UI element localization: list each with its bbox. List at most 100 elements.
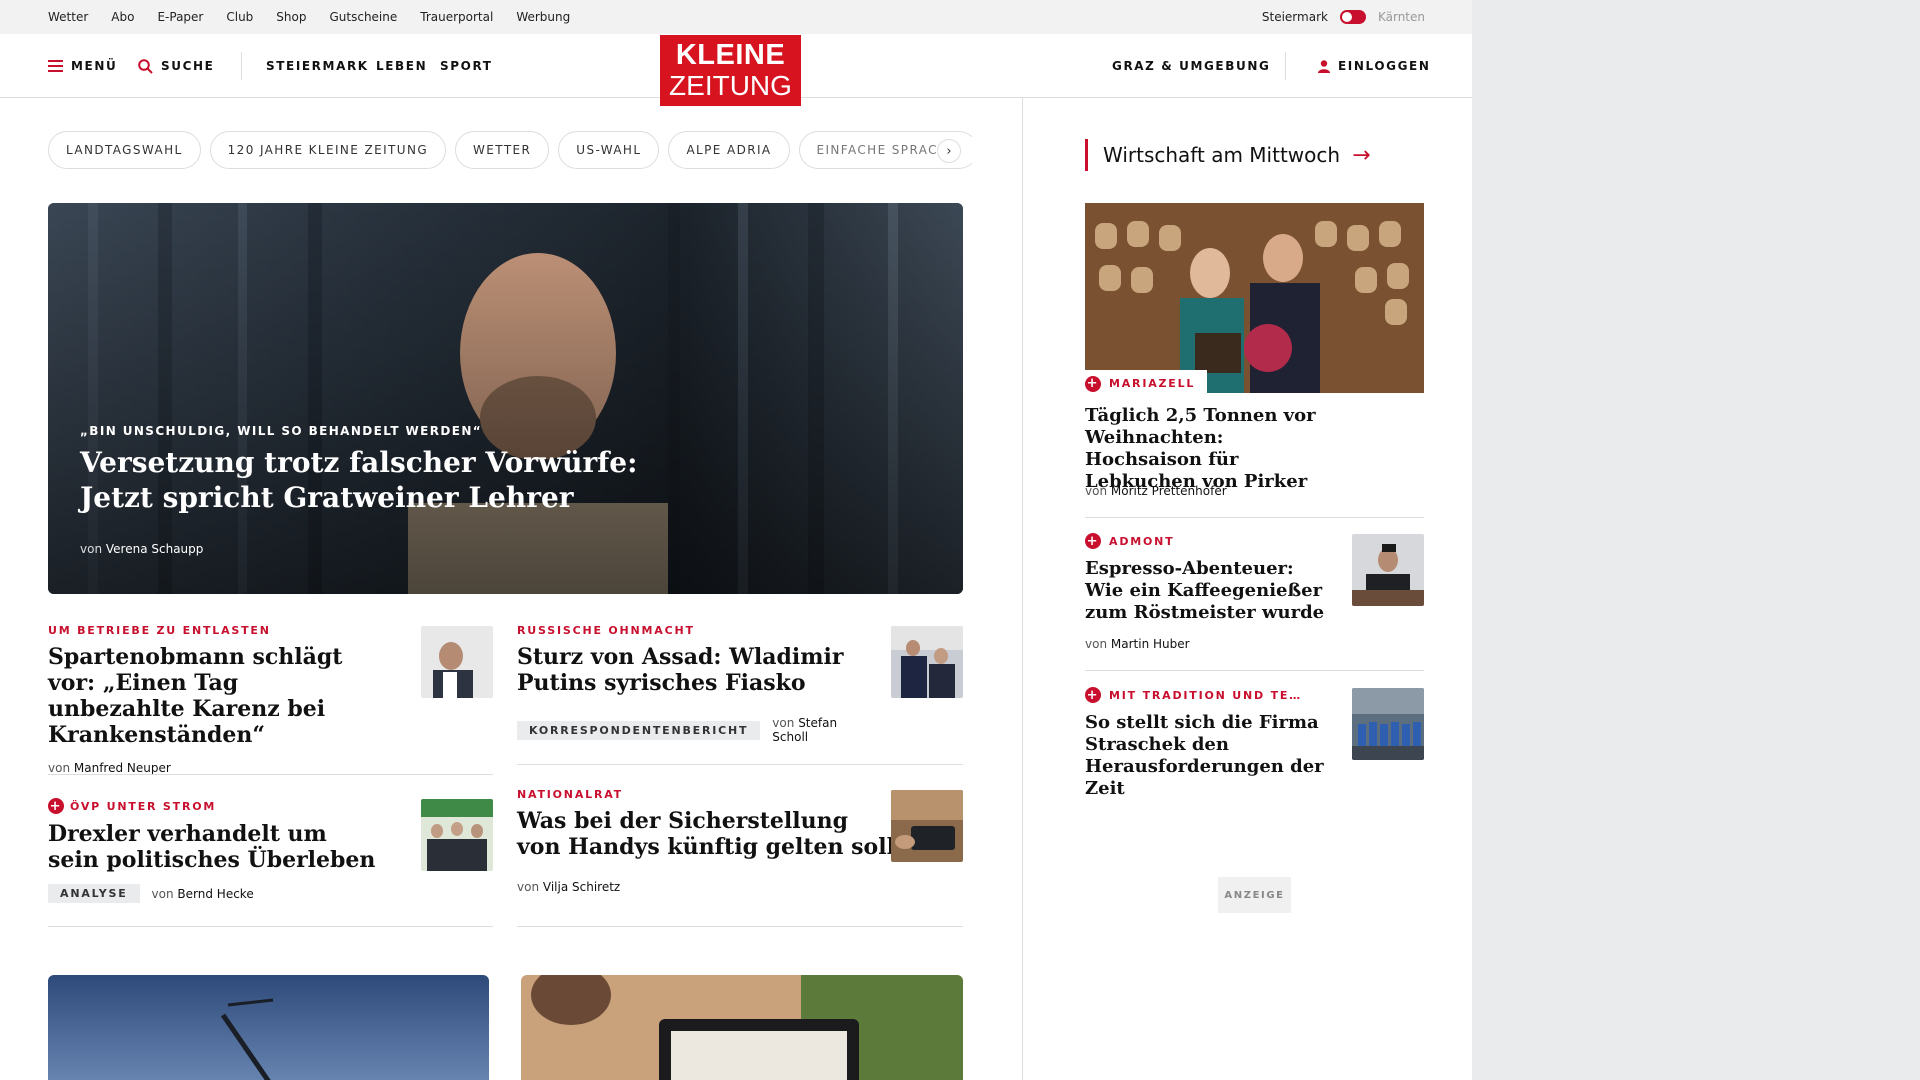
sidebar-article-title[interactable]: Espresso-Abenteuer: Wie ein Kaffeegenieß…: [1085, 558, 1325, 624]
teaser-tag: KORRESPONDENTENBERICHT: [517, 720, 761, 740]
teaser-byline: von Manfred Neuper: [48, 761, 378, 775]
teaser-article[interactable]: UM BETRIEBE ZU ENTLASTEN Spartenobmann s…: [48, 624, 378, 775]
sidebar-author[interactable]: Moritz Prettenhofer: [1111, 484, 1227, 498]
sidebar-kicker-text: ADMONT: [1109, 534, 1175, 548]
sidebar-article-title[interactable]: Täglich 2,5 Tonnen vor Weihnachten: Hoch…: [1085, 405, 1335, 493]
teaser-title[interactable]: Sturz von Assad: Wladimir Putins syrisch…: [517, 644, 847, 696]
teaser-article[interactable]: RUSSISCHE OHNMACHT Sturz von Assad: Wlad…: [517, 624, 847, 744]
utility-bar: Wetter Abo E-Paper Club Shop Gutscheine …: [0, 0, 1472, 34]
hero-photo: [48, 203, 963, 594]
plus-icon: +: [48, 798, 64, 814]
chip-us-wahl[interactable]: US-WAHL: [558, 131, 660, 169]
teaser-kicker: UM BETRIEBE ZU ENTLASTEN: [48, 624, 378, 637]
page: Wetter Abo E-Paper Club Shop Gutscheine …: [0, 0, 1472, 1080]
byline-prefix-text: von: [517, 880, 540, 894]
sidebar-heading[interactable]: Wirtschaft am Mittwoch →: [1085, 139, 1371, 171]
nav-section-steiermark[interactable]: STEIERMARK: [266, 34, 369, 98]
sidebar-kicker: + MIT TRADITION UND TE…: [1085, 687, 1302, 703]
sidebar-article-title[interactable]: So stellt sich die Firma Straschek den H…: [1085, 712, 1325, 800]
teaser-thumbnail[interactable]: [891, 790, 963, 862]
sidebar-author[interactable]: Martin Huber: [1111, 637, 1190, 651]
menu-button[interactable]: MENÜ: [48, 34, 117, 98]
login-button[interactable]: EINLOGGEN: [1318, 34, 1430, 98]
search-label: SUCHE: [161, 59, 215, 73]
utility-link-abo[interactable]: Abo: [111, 10, 134, 24]
sidebar-kicker-text: MIT TRADITION UND TE…: [1109, 688, 1302, 702]
teaser-divider: [48, 774, 493, 775]
utility-link-epaper[interactable]: E-Paper: [157, 10, 203, 24]
teaser-byline: KORRESPONDENTENBERICHT von Stefan Scholl: [517, 716, 847, 744]
teaser-divider: [517, 926, 963, 927]
teaser-author[interactable]: Bernd Hecke: [177, 887, 253, 901]
plus-icon: +: [1085, 375, 1101, 392]
hero-title[interactable]: Versetzung trotz falscher Vorwürfe: Jetz…: [80, 445, 700, 515]
search-button[interactable]: SUCHE: [138, 34, 214, 98]
search-icon: [138, 58, 153, 74]
byline-prefix-text: von: [151, 886, 174, 901]
sidebar-lead-image[interactable]: [1085, 203, 1424, 393]
utility-link-gutscheine[interactable]: Gutscheine: [329, 10, 397, 24]
teaser-article[interactable]: NATIONALRAT Was bei der Sicherstellung v…: [517, 788, 897, 894]
chip-landtagswahl[interactable]: LANDTAGSWAHL: [48, 131, 201, 169]
utility-link-trauerportal[interactable]: Trauerportal: [420, 10, 493, 24]
hero-article[interactable]: „BIN UNSCHULDIG, WILL SO BEHANDELT WERDE…: [48, 203, 963, 594]
teaser-thumbnail[interactable]: [891, 626, 963, 698]
teaser-title[interactable]: Was bei der Sicherstellung von Handys kü…: [517, 808, 897, 860]
utility-link-shop[interactable]: Shop: [276, 10, 306, 24]
teaser-byline: von Vilja Schiretz: [517, 880, 897, 894]
sidebar-kicker: + MARIAZELL: [1085, 370, 1208, 397]
byline-prefix: von Bernd Hecke: [152, 887, 254, 901]
column-divider: [1022, 98, 1023, 1080]
teaser-thumbnail[interactable]: [421, 626, 493, 698]
article-image[interactable]: [521, 975, 963, 1080]
byline-prefix: von: [80, 542, 103, 556]
teaser-author[interactable]: Vilja Schiretz: [543, 880, 620, 894]
sidebar-thumbnail[interactable]: [1352, 688, 1424, 760]
region-toggle[interactable]: [1339, 10, 1366, 24]
teaser-divider: [517, 764, 963, 765]
sidebar-divider: [1085, 517, 1424, 518]
kleine-zeitung-logo[interactable]: KLEINE ZEITUNG: [660, 35, 801, 106]
nav-section-leben[interactable]: LEBEN: [376, 34, 427, 98]
nav-section-sport[interactable]: SPORT: [440, 34, 493, 98]
logo-line-2: ZEITUNG: [669, 70, 792, 101]
chip-120-jahre[interactable]: 120 JAHRE KLEINE ZEITUNG: [209, 131, 447, 169]
chips-next-button[interactable]: ›: [937, 139, 961, 163]
teaser-author[interactable]: Manfred Neuper: [74, 761, 171, 775]
teaser-title[interactable]: Spartenobmann schlägt vor: „Einen Tag un…: [48, 644, 378, 748]
hero-kicker: „BIN UNSCHULDIG, WILL SO BEHANDELT WERDE…: [80, 424, 483, 438]
utility-link-club[interactable]: Club: [226, 10, 253, 24]
teaser-kicker: NATIONALRAT: [517, 788, 897, 801]
hero-author[interactable]: Verena Schaupp: [106, 542, 204, 556]
utility-link-wetter[interactable]: Wetter: [48, 10, 88, 24]
sidebar-divider: [1085, 670, 1424, 671]
teaser-thumbnail[interactable]: [421, 799, 493, 871]
sidebar-thumbnail[interactable]: [1352, 534, 1424, 606]
region-kaernten-label[interactable]: Kärnten: [1378, 10, 1425, 24]
region-steiermark-label[interactable]: Steiermark: [1262, 10, 1328, 24]
chip-alpe-adria[interactable]: ALPE ADRIA: [668, 131, 790, 169]
logo-line-1: KLEINE: [675, 39, 786, 71]
teaser-title[interactable]: Drexler verhandelt um sein politisches Ü…: [48, 821, 378, 873]
nav-region-link[interactable]: GRAZ & UMGEBUNG: [1112, 34, 1270, 98]
region-switch: Steiermark Kärnten: [1262, 0, 1425, 34]
menu-label: MENÜ: [71, 59, 118, 73]
byline-prefix-text: von: [772, 716, 795, 730]
teaser-kicker: + ÖVP UNTER STROM: [48, 798, 378, 814]
teaser-divider: [48, 926, 493, 927]
plus-icon: +: [1085, 533, 1101, 549]
ad-label: ANZEIGE: [1218, 877, 1291, 913]
hamburger-icon: [48, 60, 63, 72]
sidebar-kicker-text: MARIAZELL: [1109, 377, 1196, 390]
user-icon: [1318, 59, 1330, 73]
nav-section-label: LEBEN: [376, 59, 428, 73]
teaser-article[interactable]: + ÖVP UNTER STROM Drexler verhandelt um s…: [48, 798, 378, 903]
nav-section-label: SPORT: [440, 59, 493, 73]
teaser-tag: ANALYSE: [48, 884, 140, 903]
article-image[interactable]: [48, 975, 489, 1080]
chip-wetter[interactable]: WETTER: [455, 131, 550, 169]
nav-region-label: GRAZ & UMGEBUNG: [1112, 59, 1271, 73]
teaser-kicker-text: NATIONALRAT: [517, 788, 623, 801]
utility-link-werbung[interactable]: Werbung: [516, 10, 570, 24]
arrow-right-icon: →: [1352, 142, 1371, 168]
